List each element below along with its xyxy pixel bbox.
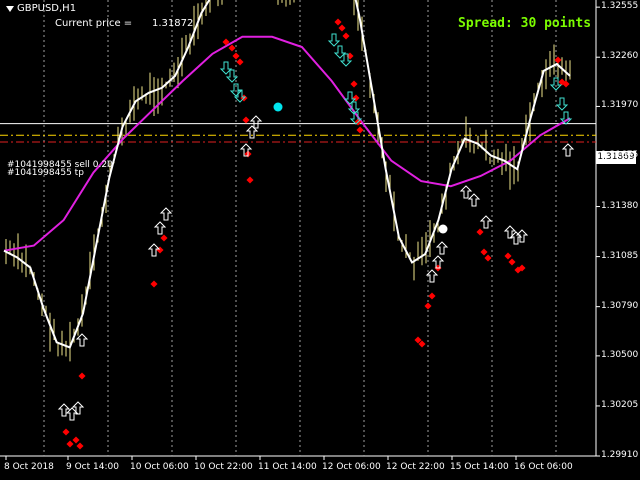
time-tick-label: 15 Oct 14:00 bbox=[450, 462, 509, 472]
signal-dot bbox=[160, 234, 168, 242]
current-price-value: 1.31872 bbox=[152, 18, 194, 29]
signal-dot bbox=[484, 254, 492, 262]
price-tick-label: 1.30500 bbox=[601, 349, 639, 360]
time-tick-label: 16 Oct 06:00 bbox=[514, 462, 573, 472]
current-price-label: Current price = bbox=[55, 18, 133, 29]
signal-dot bbox=[356, 126, 364, 134]
up-arrow-icon bbox=[479, 215, 493, 229]
up-arrow-icon bbox=[71, 401, 85, 415]
time-tick-label: 11 Oct 14:00 bbox=[258, 462, 317, 472]
time-tick-label: 12 Oct 06:00 bbox=[322, 462, 381, 472]
up-arrow-icon bbox=[459, 185, 473, 199]
signal-dot bbox=[78, 372, 86, 380]
chart-window[interactable]: GBPUSD,H1 Current price = 1.31872 Spread… bbox=[0, 0, 640, 480]
symbol-label: GBPUSD,H1 bbox=[17, 3, 77, 14]
spread-indicator: Spread: 30 points bbox=[458, 16, 592, 31]
up-arrow-icon bbox=[561, 143, 575, 157]
signal-dot bbox=[554, 56, 562, 64]
dropdown-triangle-icon[interactable] bbox=[6, 5, 14, 12]
signal-dot bbox=[424, 302, 432, 310]
signal-dot bbox=[246, 176, 254, 184]
signal-dot bbox=[62, 428, 70, 436]
signal-dot bbox=[236, 58, 244, 66]
up-arrow-icon bbox=[159, 207, 173, 221]
time-tick-label: 8 Oct 2018 bbox=[4, 462, 54, 472]
price-tick-label: 1.32555 bbox=[601, 1, 639, 12]
signal-dot bbox=[480, 248, 488, 256]
up-arrow-icon bbox=[467, 193, 481, 207]
signal-dot bbox=[72, 436, 80, 444]
down-arrow-icon bbox=[327, 33, 341, 47]
price-tick-label: 1.29910 bbox=[601, 450, 639, 460]
down-arrow-icon bbox=[549, 77, 563, 91]
signal-dot bbox=[242, 116, 250, 124]
signal-dot bbox=[504, 252, 512, 260]
signal-dot bbox=[66, 440, 74, 448]
time-tick-label: 10 Oct 22:00 bbox=[194, 462, 253, 472]
signal-dot bbox=[76, 442, 84, 450]
signal-dot bbox=[334, 18, 342, 26]
price-tick-label: 1.31675 bbox=[601, 150, 639, 161]
time-tick-label: 10 Oct 06:00 bbox=[130, 462, 189, 472]
up-arrow-icon bbox=[75, 333, 89, 347]
price-tick-label: 1.31970 bbox=[601, 100, 639, 111]
signal-dot bbox=[342, 32, 350, 40]
cross-marker-white bbox=[438, 224, 448, 234]
up-arrow-icon bbox=[435, 241, 449, 255]
price-tick-label: 1.30790 bbox=[601, 300, 639, 311]
price-tick-label: 1.31380 bbox=[601, 200, 639, 211]
time-tick-label: 9 Oct 14:00 bbox=[66, 462, 119, 472]
price-chart[interactable] bbox=[0, 0, 640, 480]
signal-dot bbox=[508, 258, 516, 266]
signal-dot bbox=[350, 80, 358, 88]
down-arrow-icon bbox=[555, 97, 569, 111]
symbol-title[interactable]: GBPUSD,H1 bbox=[6, 3, 76, 14]
signal-dot bbox=[232, 52, 240, 60]
price-tick-label: 1.32260 bbox=[601, 51, 639, 62]
signal-dot bbox=[150, 280, 158, 288]
take-profit-label[interactable]: #1041998455 tp bbox=[7, 168, 84, 178]
time-tick-label: 12 Oct 22:00 bbox=[386, 462, 445, 472]
moving-average-line bbox=[3, 35, 571, 252]
signal-dot bbox=[228, 44, 236, 52]
price-tick-label: 1.31085 bbox=[601, 250, 639, 261]
price-tick-label: 1.30205 bbox=[601, 399, 639, 410]
signal-dot bbox=[476, 228, 484, 236]
up-arrow-icon bbox=[57, 403, 71, 417]
signal-dot bbox=[338, 24, 346, 32]
up-arrow-icon bbox=[153, 221, 167, 235]
signal-dot bbox=[428, 292, 436, 300]
cross-marker-cyan bbox=[273, 102, 283, 112]
up-arrow-icon bbox=[503, 225, 517, 239]
